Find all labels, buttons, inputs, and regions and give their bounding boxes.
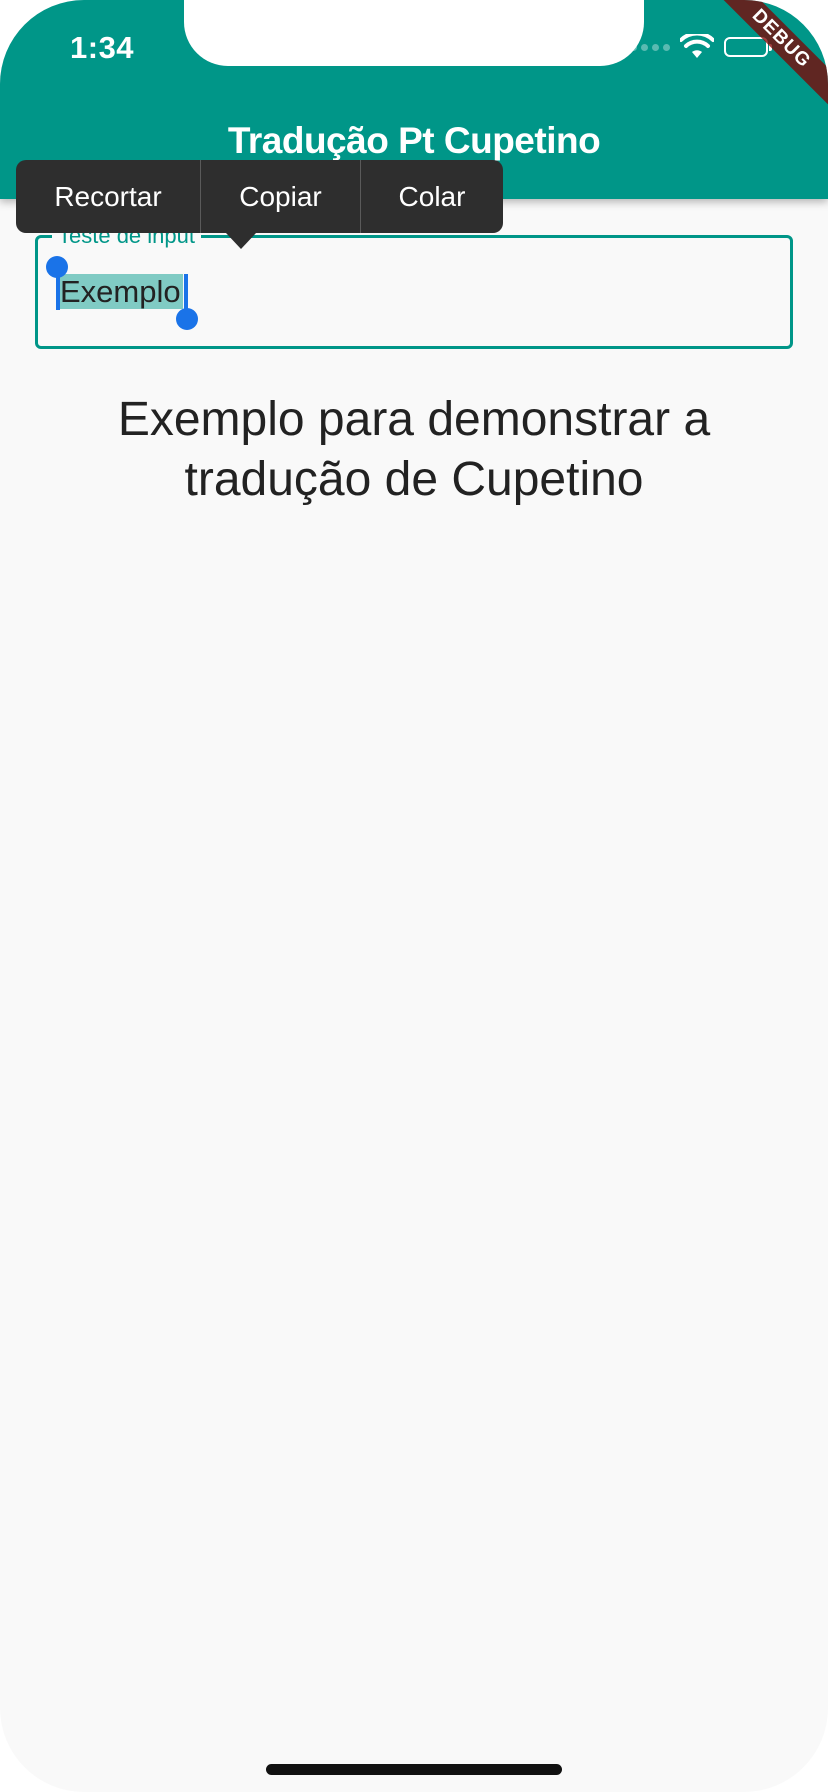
paste-button[interactable]: Colar: [361, 160, 503, 233]
wifi-icon: [680, 34, 714, 60]
selection-start-handle[interactable]: [46, 256, 68, 278]
device-notch: [184, 0, 644, 66]
input-value[interactable]: Exemplo: [58, 272, 183, 312]
demo-text: Exemplo para demonstrar a tradução de Cu…: [40, 390, 788, 510]
selection-start-bar: [56, 274, 60, 310]
cut-button[interactable]: Recortar: [16, 160, 200, 233]
status-icons: [630, 34, 772, 60]
selected-text[interactable]: Exemplo: [58, 274, 183, 309]
toolbar-pointer: [226, 233, 256, 249]
cellular-signal-icon: [630, 43, 670, 51]
copy-button[interactable]: Copiar: [201, 160, 360, 233]
page-title: Tradução Pt Cupetino: [227, 120, 601, 161]
home-indicator[interactable]: [266, 1764, 562, 1775]
status-time: 1:34: [70, 30, 135, 65]
battery-icon: [724, 37, 772, 57]
demo-text-line-1: Exemplo para demonstrar a: [117, 393, 711, 446]
demo-text-line-2: tradução de Cupetino: [184, 453, 644, 506]
text-selection-toolbar: Recortar Copiar Colar: [16, 160, 503, 249]
phone-screen: 1:34 DEBUG Tradução Pt Cupetino Teste de…: [0, 0, 828, 1792]
selection-end-handle[interactable]: [176, 308, 198, 330]
text-input-field[interactable]: Teste de input Exemplo: [35, 224, 793, 349]
selection-end-bar: [184, 274, 188, 310]
